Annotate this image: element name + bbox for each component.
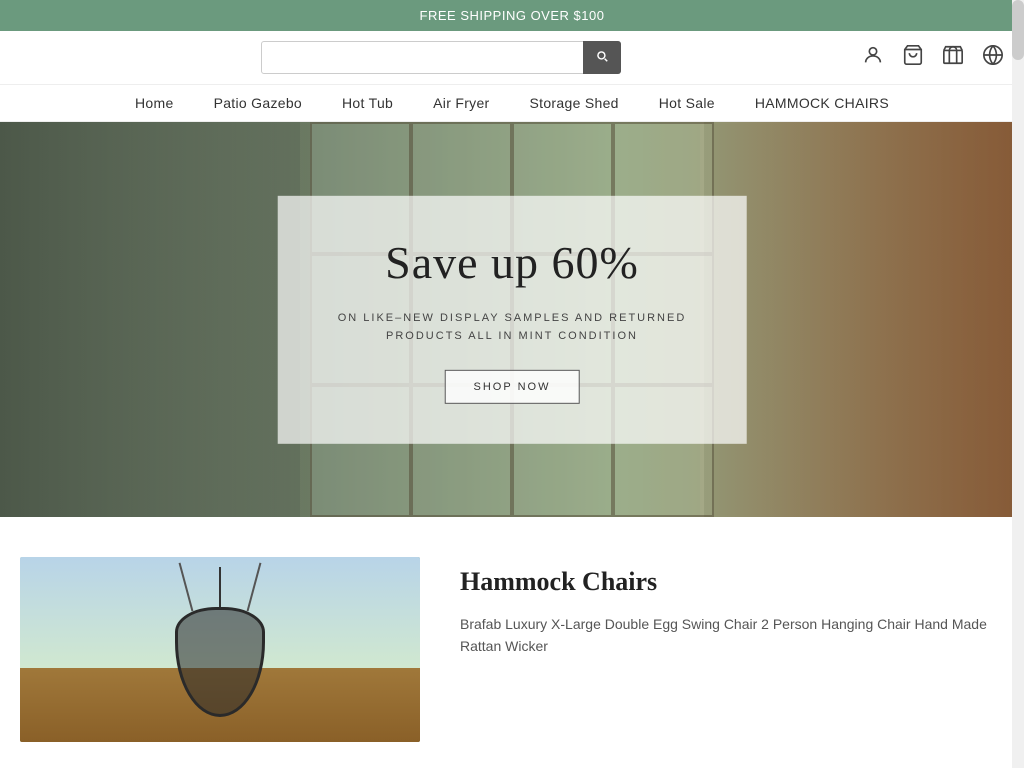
announcement-bar: FREE SHIPPING OVER $100: [0, 0, 1024, 31]
hammock-rope-top: [219, 567, 221, 607]
nav-air-fryer[interactable]: Air Fryer: [433, 95, 489, 111]
products-section: Hammock Chairs Brafab Luxury X-Large Dou…: [0, 517, 1024, 782]
hero-subtext-line2: PRODUCTS ALL IN MINT CONDITION: [386, 330, 638, 342]
announcement-text: FREE SHIPPING OVER $100: [420, 8, 605, 23]
store-icon[interactable]: [942, 44, 964, 72]
hero-subtext: ON LIKE–NEW DISPLAY SAMPLES AND RETURNED…: [338, 308, 687, 345]
language-icon[interactable]: [982, 44, 1004, 72]
search-container: [261, 41, 621, 74]
hero-overlay: Save up 60% ON LIKE–NEW DISPLAY SAMPLES …: [278, 195, 747, 443]
account-icon[interactable]: [862, 44, 884, 72]
main-nav: Home Patio Gazebo Hot Tub Air Fryer Stor…: [0, 85, 1024, 122]
nav-home[interactable]: Home: [135, 95, 174, 111]
shop-now-button[interactable]: SHOP NOW: [445, 370, 580, 404]
cart-icon[interactable]: [902, 44, 924, 72]
hero-right-panel: [704, 122, 1024, 517]
hero-left-panel: [0, 122, 310, 517]
scrollbar[interactable]: [1012, 0, 1024, 768]
search-button[interactable]: [583, 41, 621, 74]
product-info: Hammock Chairs Brafab Luxury X-Large Dou…: [460, 557, 1004, 658]
nav-hammock-chairs[interactable]: HAMMOCK CHAIRS: [755, 95, 889, 111]
nav-storage-shed[interactable]: Storage Shed: [530, 95, 619, 111]
search-input[interactable]: [261, 41, 621, 74]
product-description: Brafab Luxury X-Large Double Egg Swing C…: [460, 613, 1004, 658]
hero-headline: Save up 60%: [338, 235, 687, 288]
product-image: [20, 557, 420, 742]
nav-patio-gazebo[interactable]: Patio Gazebo: [214, 95, 302, 111]
header: [0, 31, 1024, 85]
search-icon: [595, 49, 609, 63]
header-icons: [862, 44, 1004, 72]
scrollbar-thumb[interactable]: [1012, 0, 1024, 60]
product-title: Hammock Chairs: [460, 567, 1004, 597]
product-image-container: [20, 557, 420, 742]
hero-section: Save up 60% ON LIKE–NEW DISPLAY SAMPLES …: [0, 122, 1024, 517]
nav-hot-sale[interactable]: Hot Sale: [659, 95, 715, 111]
nav-hot-tub[interactable]: Hot Tub: [342, 95, 393, 111]
hero-subtext-line1: ON LIKE–NEW DISPLAY SAMPLES AND RETURNED: [338, 311, 687, 323]
